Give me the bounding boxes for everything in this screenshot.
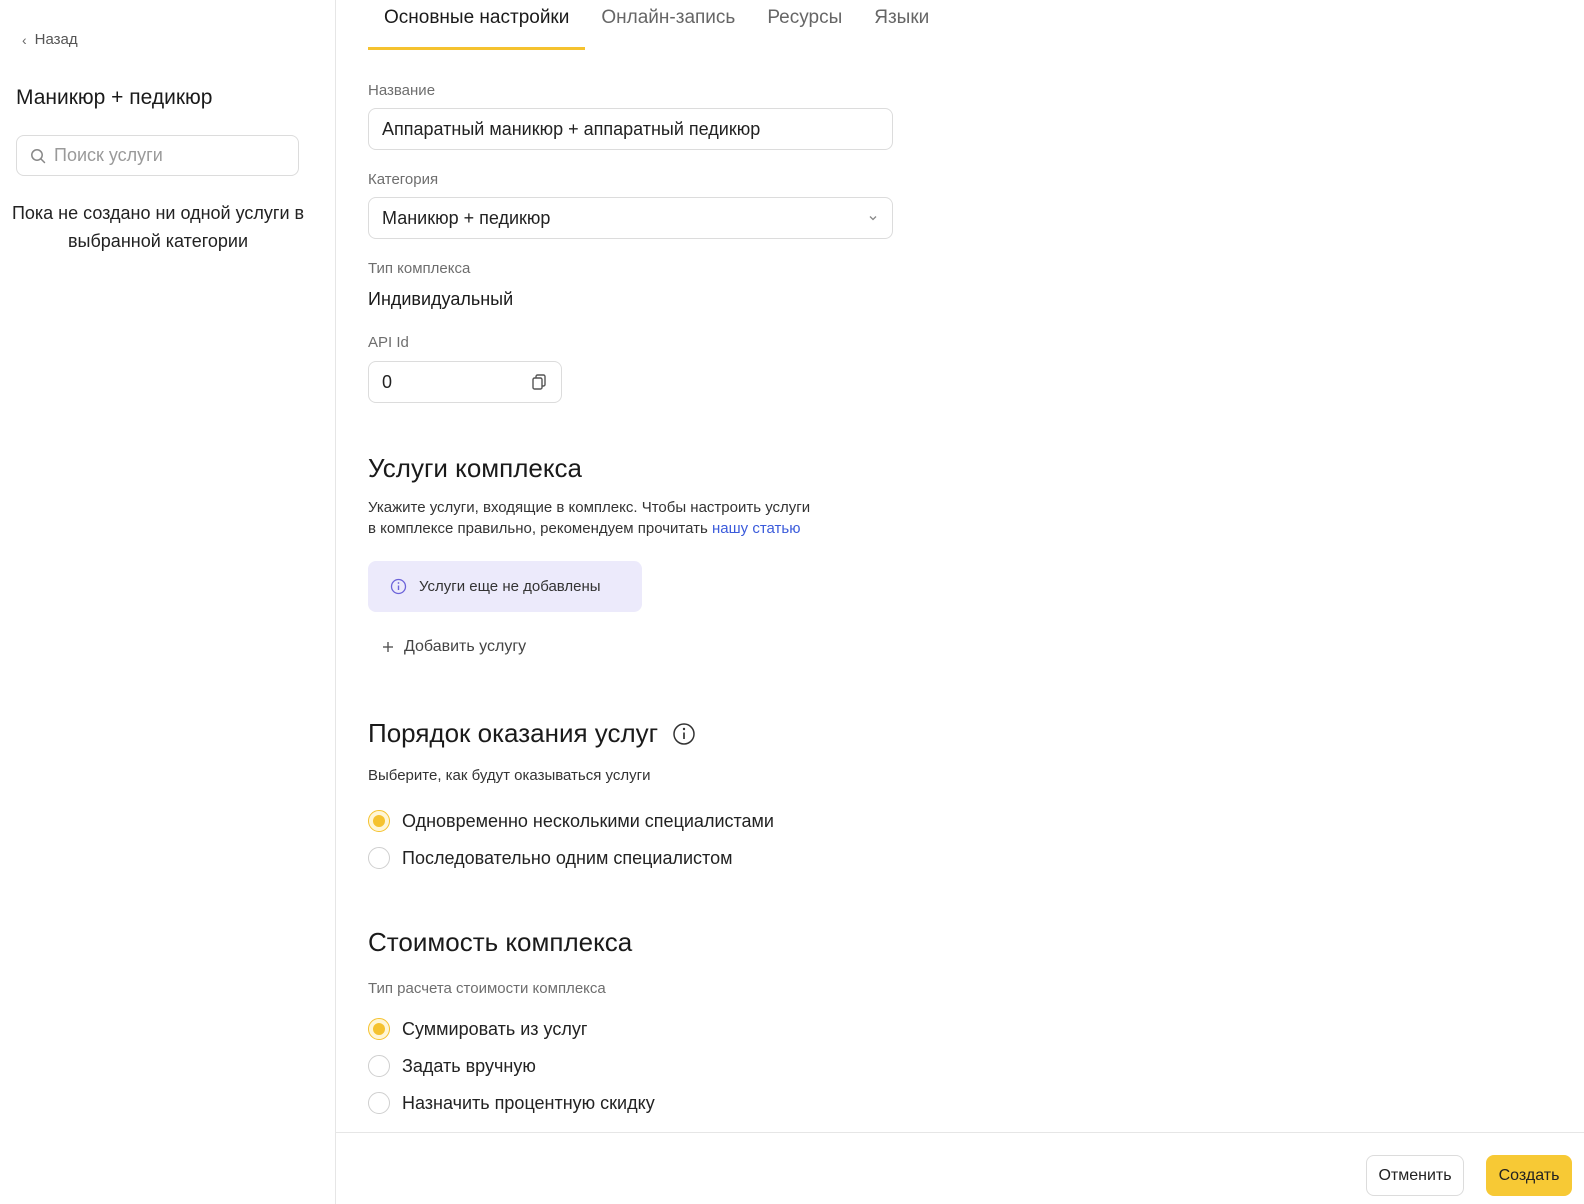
api-id-label: API Id <box>368 334 409 351</box>
cost-option-discount[interactable]: Назначить процентную скидку <box>368 1092 655 1114</box>
radio-button[interactable] <box>368 1092 390 1114</box>
sidebar: ‹ Назад Маникюр + педикюр Пока не создан… <box>0 0 336 1204</box>
cost-option-manual[interactable]: Задать вручную <box>368 1055 536 1077</box>
name-field[interactable]: Аппаратный маникюр + аппаратный педикюр <box>368 108 893 150</box>
plus-icon <box>383 642 393 652</box>
cost-title-text: Стоимость комплекса <box>368 927 633 957</box>
back-label: Назад <box>34 31 78 48</box>
cost-option-label: Суммировать из услуг <box>402 1018 588 1039</box>
complex-type-value: Индивидуальный <box>368 289 514 309</box>
order-subtitle: Выберите, как будут оказываться услуги <box>368 767 651 784</box>
copy-icon[interactable] <box>530 373 548 391</box>
radio-button-checked[interactable] <box>368 1018 390 1040</box>
services-description: Укажите услуги, входящие в комплекс. Что… <box>368 497 810 539</box>
tab-online-booking[interactable]: Онлайн-запись <box>585 0 751 50</box>
service-search[interactable] <box>16 135 299 176</box>
tab-bar: Основные настройки Онлайн-запись Ресурсы… <box>368 0 945 50</box>
article-link[interactable]: нашу статью <box>712 520 800 537</box>
tab-languages[interactable]: Языки <box>858 0 945 50</box>
services-description-line2: в комплексе правильно, рекомендуем прочи… <box>368 518 810 539</box>
api-id-value: 0 <box>382 371 393 392</box>
info-icon <box>390 578 407 595</box>
radio-dot <box>373 815 385 827</box>
cost-option-sum[interactable]: Суммировать из услуг <box>368 1018 587 1040</box>
radio-button-checked[interactable] <box>368 810 390 832</box>
add-service-button[interactable]: Добавить услугу <box>382 638 526 656</box>
search-icon <box>31 148 46 163</box>
main-content: Основные настройки Онлайн-запись Ресурсы… <box>336 0 1584 1132</box>
back-link[interactable]: ‹ Назад <box>22 31 78 48</box>
complex-type-label: Тип комплекса <box>368 260 471 277</box>
order-section-title: Порядок оказания услуг <box>368 718 696 749</box>
order-option-label: Одновременно несколькими специалистами <box>402 810 774 831</box>
search-input[interactable] <box>54 145 284 166</box>
cost-section-title: Стоимость комплекса <box>368 927 632 958</box>
order-option-simultaneous[interactable]: Одновременно несколькими специалистами <box>368 810 774 832</box>
name-value: Аппаратный маникюр + аппаратный педикюр <box>382 118 761 139</box>
name-label: Название <box>368 82 436 99</box>
order-option-label: Последовательно одним специалистом <box>402 847 733 868</box>
radio-button[interactable] <box>368 1055 390 1077</box>
category-label: Категория <box>368 171 439 188</box>
services-empty-text: Услуги еще не добавлены <box>419 578 601 595</box>
footer-actions: Отменить Создать <box>336 1132 1584 1204</box>
empty-services-message: Пока не создано ни одной услуги в выбран… <box>11 203 305 251</box>
add-service-label: Добавить услугу <box>404 638 527 655</box>
services-title-text: Услуги комплекса <box>368 453 583 483</box>
services-description-line2-text: в комплексе правильно, рекомендуем прочи… <box>368 520 713 537</box>
category-value: Маникюр + педикюр <box>382 207 551 228</box>
chevron-down-icon <box>869 216 877 221</box>
radio-dot <box>373 1023 385 1035</box>
category-title: Маникюр + педикюр <box>16 86 213 109</box>
radio-button[interactable] <box>368 847 390 869</box>
chevron-left-icon: ‹ <box>22 31 27 48</box>
cost-calc-label: Тип расчета стоимости комплекса <box>368 980 606 997</box>
api-id-field[interactable]: 0 <box>368 361 562 403</box>
services-empty-info: Услуги еще не добавлены <box>368 561 642 612</box>
cancel-button[interactable]: Отменить <box>1366 1155 1464 1196</box>
services-description-line1: Укажите услуги, входящие в комплекс. Что… <box>368 499 811 516</box>
info-icon[interactable] <box>672 722 696 746</box>
order-option-sequential[interactable]: Последовательно одним специалистом <box>368 847 732 869</box>
cost-option-label: Назначить процентную скидку <box>402 1092 655 1113</box>
services-section-title: Услуги комплекса <box>368 453 582 484</box>
category-select[interactable]: Маникюр + педикюр <box>368 197 893 239</box>
create-button[interactable]: Создать <box>1486 1155 1572 1196</box>
order-title-text: Порядок оказания услуг <box>368 718 659 748</box>
tab-resources[interactable]: Ресурсы <box>751 0 858 50</box>
cost-option-label: Задать вручную <box>402 1055 536 1076</box>
tab-main-settings[interactable]: Основные настройки <box>368 0 586 50</box>
